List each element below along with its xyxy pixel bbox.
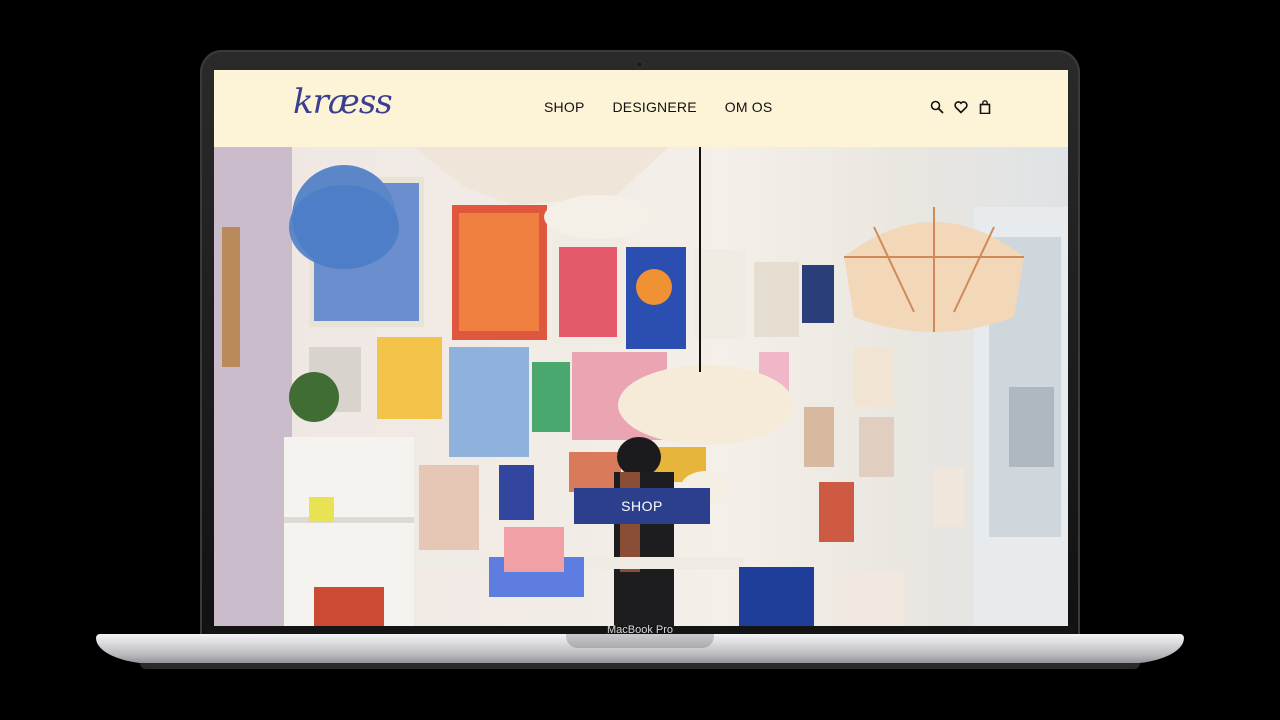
hero-image: SHOP xyxy=(214,147,1068,626)
hero-shop-button[interactable]: SHOP xyxy=(574,488,710,524)
laptop-notch xyxy=(566,634,714,648)
nav-item-om-os[interactable]: OM OS xyxy=(725,99,773,115)
camera-dot xyxy=(637,62,642,67)
site-logo[interactable]: kræss xyxy=(293,82,393,122)
shop-interior-photo xyxy=(214,147,1068,626)
heart-icon[interactable] xyxy=(954,100,968,114)
browser-screen: kræss SHOP DESIGNERE OM OS SHOP xyxy=(214,70,1068,626)
header-icons xyxy=(930,100,992,115)
laptop-foot xyxy=(140,663,1140,669)
nav-item-designere[interactable]: DESIGNERE xyxy=(612,99,696,115)
nav-item-shop[interactable]: SHOP xyxy=(544,99,584,115)
search-icon[interactable] xyxy=(930,100,944,114)
main-nav: SHOP DESIGNERE OM OS xyxy=(544,99,772,115)
bag-icon[interactable] xyxy=(978,100,992,115)
site-header: kræss SHOP DESIGNERE OM OS xyxy=(214,70,1068,147)
